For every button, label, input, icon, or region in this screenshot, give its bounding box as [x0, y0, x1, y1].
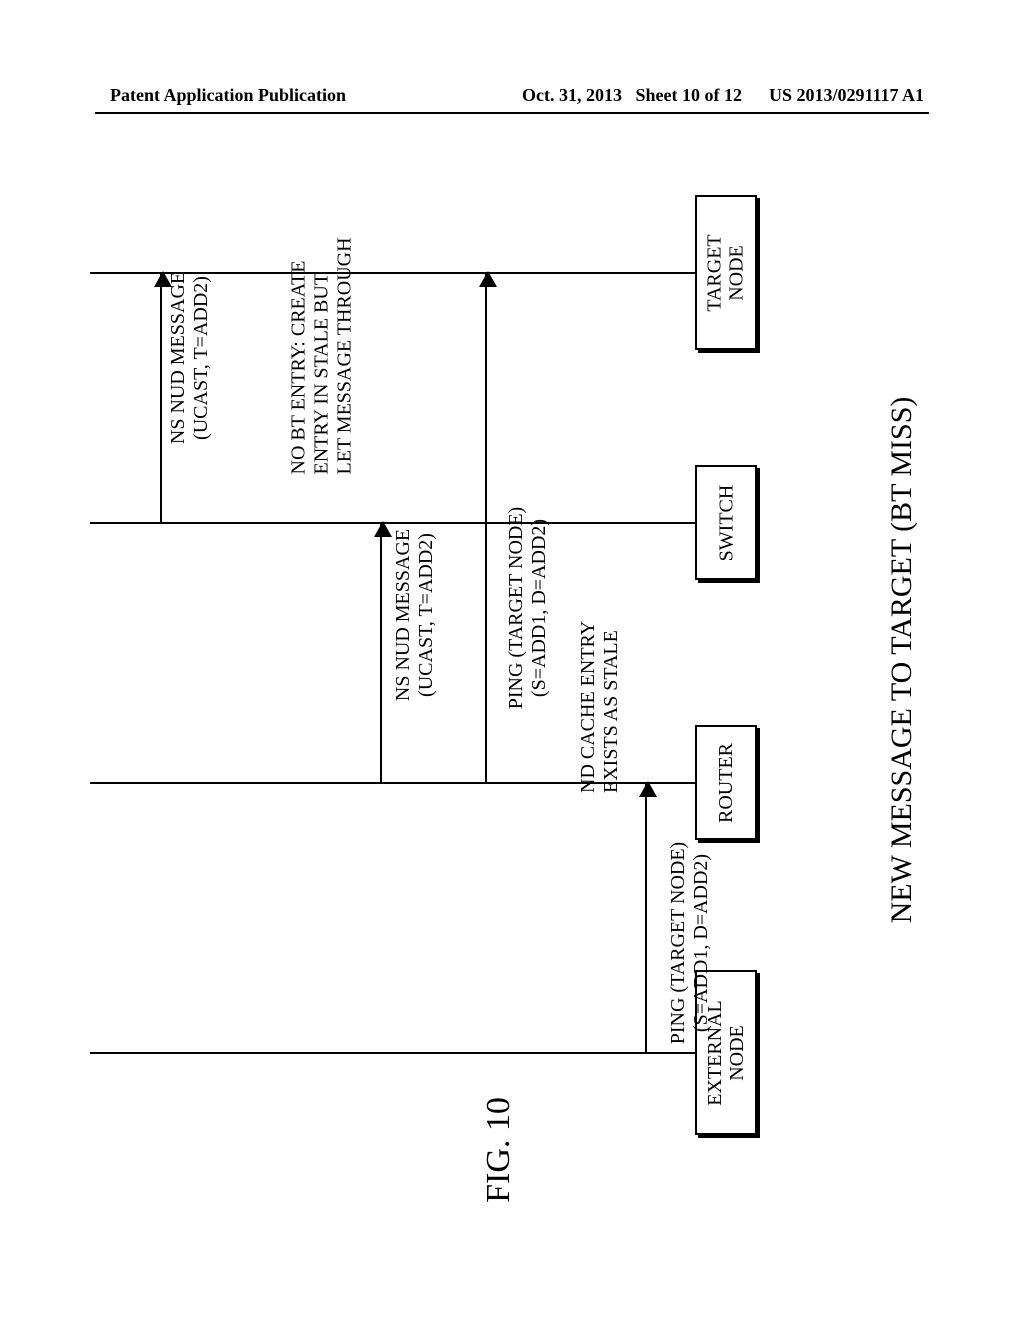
arrow-nsnud-switch-to-target [160, 272, 162, 522]
header-right: Oct. 31, 2013 Sheet 10 of 12 US 2013/029… [522, 85, 924, 106]
header-left: Patent Application Publication [110, 85, 346, 106]
label-ping-ext-to-router: PING (TARGET NODE) (S=ADD1, D=ADD2) [667, 823, 713, 1063]
note-nd-cache-stale: ND CACHE ENTRY EXISTS AS STALE [577, 573, 623, 793]
arrow-ping-ext-to-router [645, 782, 647, 1052]
header-pubnum: US 2013/0291117 A1 [769, 85, 924, 105]
label-nsnud-switch-to-target: NS NUD MESSAGE (UCAST, T=ADD2) [167, 253, 213, 463]
entity-target-node-label: TARGETNODE [704, 234, 748, 311]
diagram-title: NEW MESSAGE TO TARGET (BT MISS) [885, 397, 919, 924]
arrowhead-icon [639, 781, 657, 797]
label-nsnud-router-to-switch: NS NUD MESSAGE (UCAST, T=ADD2) [392, 505, 438, 725]
header-rule [95, 112, 929, 114]
lifeline-external [90, 1052, 695, 1054]
arrowhead-icon [479, 271, 497, 287]
entity-switch: SWITCH [695, 465, 757, 580]
entity-router-label: ROUTER [715, 743, 737, 823]
figure-label: FIG. 10 [480, 1097, 518, 1203]
arrow-ping-router-to-target [485, 272, 487, 782]
entity-target-node: TARGETNODE [695, 195, 757, 350]
header-date: Oct. 31, 2013 [522, 85, 622, 105]
page-header: Patent Application Publication Oct. 31, … [0, 85, 1024, 106]
arrowhead-icon [374, 521, 392, 537]
diagram-area: NEW MESSAGE TO TARGET (BT MISS) FIG. 10 … [90, 180, 930, 1190]
arrow-nsnud-router-to-switch [380, 522, 382, 782]
label-ping-router-to-target: PING (TARGET NODE) (S=ADD1, D=ADD2) [505, 488, 551, 728]
entity-switch-label: SWITCH [715, 484, 737, 561]
header-sheet: Sheet 10 of 12 [635, 85, 742, 105]
note-no-bt-entry: NO BT ENTRY: CREATE ENTRY IN STALE BUT L… [288, 195, 357, 475]
